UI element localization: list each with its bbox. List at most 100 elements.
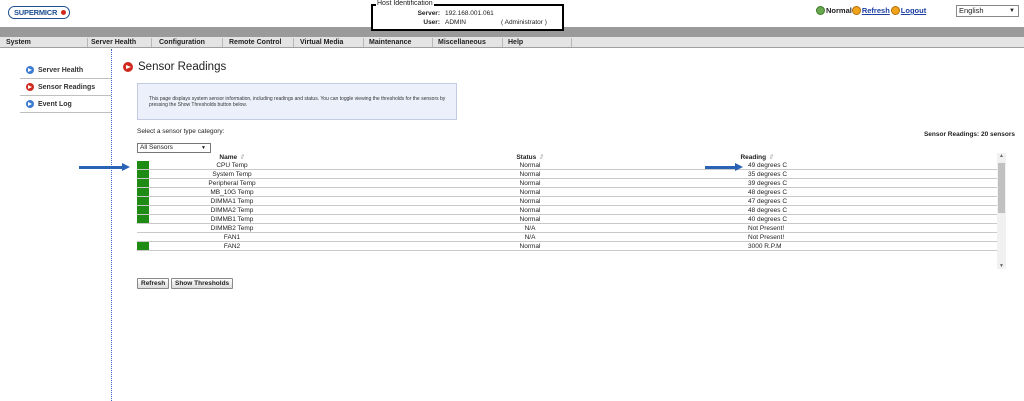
sensor-status: N/A [524,234,536,241]
sensor-reading: 3000 R.P.M [748,243,782,250]
sensor-reading: 39 degrees C [748,180,788,187]
status-indicator-icon [137,197,149,205]
page-title: Sensor Readings [123,61,226,73]
refresh-link[interactable]: Refresh [862,6,890,15]
language-value: English [959,6,984,15]
status-indicator-icon [137,188,149,196]
user-value: ADMIN [445,19,466,26]
header-status-area: Normal Refresh Logout [816,6,927,15]
table-row: DIMMA1 Temp Normal 47 degrees C [137,197,997,206]
sensor-name: FAN1 [223,234,241,241]
logo-text: SUPERMICR [14,8,58,17]
logout-icon[interactable] [890,6,900,15]
table-row: DIMMA2 Temp Normal 48 degrees C [137,206,997,215]
red-arrow-icon [123,62,133,72]
scroll-down-icon[interactable]: ▼ [999,263,1004,269]
chevron-down-icon: ▼ [1009,8,1015,14]
header-bar: SUPERMICR Host Identification Server: 19… [0,0,1024,31]
status-normal-icon [816,6,825,15]
sort-icon: ⇕ [538,154,544,161]
status-indicator-icon [137,215,149,223]
nav-virtual-media[interactable]: Virtual Media [294,37,343,48]
sensor-name: DIMMB1 Temp [210,216,254,223]
scroll-up-icon[interactable]: ▲ [999,153,1004,159]
sensor-name: DIMMA2 Temp [210,207,254,214]
host-identification-legend: Host Identification [376,0,434,7]
info-box: This page displays system sensor informa… [137,83,457,120]
sensor-reading: 35 degrees C [748,171,788,178]
red-arrow-icon [26,83,34,91]
sensor-status: Normal [519,162,541,169]
blue-arrow-icon [26,66,34,74]
blue-arrow-icon [26,100,34,108]
status-indicator-icon [137,206,149,214]
sensor-reading: Not Present! [748,225,785,232]
sensor-reading: 49 degrees C [748,162,788,169]
server-label: Server: [417,10,440,17]
nav-maintenance[interactable]: Maintenance [363,37,411,48]
nav-separator [151,38,152,47]
user-role: ( Administrator ) [501,19,547,26]
sensor-name: FAN2 [223,243,241,250]
table-row: CPU Temp Normal 49 degrees C [137,161,997,170]
sensor-reading: 40 degrees C [748,216,788,223]
nav-separator [571,38,572,47]
column-header-status[interactable]: Status ⇕ [516,153,543,161]
table-row: System Temp Normal 35 degrees C [137,170,997,179]
sensor-reading: 47 degrees C [748,198,788,205]
category-value: All Sensors [140,144,173,151]
sort-icon: ⇕ [239,154,245,161]
sensor-status: Normal [519,189,541,196]
sensor-status: Normal [519,171,541,178]
table-row: DIMMB2 Temp N/A Not Present! [137,224,997,233]
show-thresholds-button[interactable]: Show Thresholds [171,278,234,289]
nav-remote-control[interactable]: Remote Control [223,37,282,48]
table-body: CPU Temp Normal 49 degrees C System Temp Nor… [137,161,997,251]
host-identification-box: Host Identification Server: 192.168.001.… [371,0,564,31]
sensor-status: Normal [519,180,541,187]
nav-help[interactable]: Help [502,37,523,48]
sidebar-item-event-log[interactable]: Event Log [20,96,111,113]
sensor-table: Name ⇕ Status ⇕ Reading ⇕ CPU Temp Normal 49 … [137,153,997,251]
sidebar: Server Health Sensor Readings Event Log [20,62,111,113]
nav-configuration[interactable]: Configuration [153,37,205,48]
refresh-button[interactable]: Refresh [137,278,170,289]
sensor-status: Normal [519,216,541,223]
sidebar-item-label: Event Log [38,100,72,108]
sensor-status: Normal [519,243,541,250]
table-row: FAN2 Normal 3000 R.P.M [137,242,997,251]
sidebar-item-server-health[interactable]: Server Health [20,62,111,79]
column-header-name[interactable]: Name ⇕ [219,153,244,161]
column-header-reading[interactable]: Reading ⇕ [740,153,773,161]
sensor-status: Normal [519,198,541,205]
logo-dot-icon [61,10,66,15]
sensor-name: CPU Temp [216,162,248,169]
logout-link[interactable]: Logout [901,6,926,15]
table-row: MB_10G Temp Normal 48 degrees C [137,188,997,197]
sensor-name: Peripheral Temp [208,180,256,187]
sidebar-divider [111,49,112,401]
scrollbar-thumb[interactable] [998,163,1005,213]
sensor-category-select[interactable]: All Sensors ▼ [137,143,211,153]
status-text: Normal [826,6,852,15]
status-indicator-icon [137,161,149,169]
page-title-text: Sensor Readings [138,61,227,73]
nav-miscellaneous[interactable]: Miscellaneous [432,37,486,48]
sensor-name: MB_10G Temp [210,189,254,196]
nav-server-health[interactable]: Server Health [85,37,136,48]
sensor-reading: 48 degrees C [748,207,788,214]
table-row: Peripheral Temp Normal 39 degrees C [137,179,997,188]
user-label: User: [423,19,440,26]
language-select[interactable]: English ▼ [956,5,1019,17]
sidebar-item-sensor-readings[interactable]: Sensor Readings [20,79,111,96]
refresh-icon[interactable] [851,6,861,15]
table-scrollbar[interactable]: ▲ ▼ [997,153,1006,269]
table-header: Name ⇕ Status ⇕ Reading ⇕ [137,153,997,161]
supermicro-logo: SUPERMICR [8,6,70,19]
status-indicator-icon [137,170,149,178]
sensor-name: DIMMB2 Temp [210,225,254,232]
category-label: Select a sensor type category: [137,128,225,135]
nav-system[interactable]: System [0,37,31,48]
sensor-count: Sensor Readings: 20 sensors [923,131,1015,138]
status-indicator-icon [137,179,149,187]
